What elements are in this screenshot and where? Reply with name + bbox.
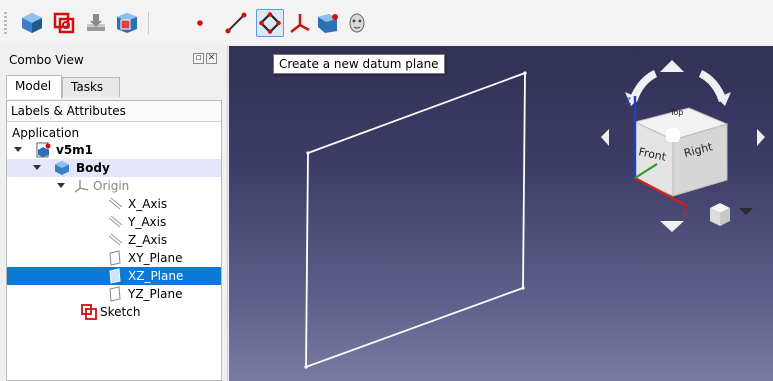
tab-tasks[interactable]: Tasks: [62, 77, 120, 97]
local-coordinate-system-icon: [290, 14, 310, 33]
tooltip: Create a new datum plane: [273, 54, 445, 74]
tree-item-xy-plane[interactable]: XY_Plane: [7, 249, 221, 267]
create-sketch-icon: [53, 12, 75, 34]
plane-icon: [109, 268, 121, 284]
combo-view-panel: Combo View ▫ ✕ Model Tasks Labels & Attr…: [0, 46, 228, 381]
subshape-binder-icon: [117, 13, 137, 33]
create-sketch-button[interactable]: [50, 9, 78, 37]
plane-icon: [109, 286, 121, 302]
tree-item-z-axis[interactable]: Z_Axis: [7, 231, 221, 249]
part-design-body-icon: [22, 13, 42, 33]
datum-point-button[interactable]: [186, 9, 214, 37]
body-button[interactable]: [18, 9, 46, 37]
datum-plane-icon: [259, 12, 281, 34]
tree-item-application[interactable]: Application: [7, 124, 221, 142]
datum-plane-button[interactable]: [256, 9, 284, 37]
subshape-binder-button[interactable]: [113, 9, 141, 37]
close-panel-button[interactable]: ✕: [206, 53, 217, 64]
float-panel-button[interactable]: ▫: [193, 53, 204, 64]
toolbar: [0, 0, 773, 46]
clone-button[interactable]: [314, 9, 342, 37]
tree-header: Labels & Attributes: [7, 101, 221, 122]
document-icon: [36, 142, 51, 158]
expand-arrow-icon[interactable]: [33, 165, 41, 170]
face-button[interactable]: [343, 9, 371, 37]
axis-x-label: X: [682, 209, 688, 219]
axis-icon: [108, 233, 123, 246]
shape-binder-icon: [87, 14, 105, 31]
datum-plane-outline: [305, 71, 526, 369]
clone-icon: [318, 14, 338, 33]
tree-item-yz-plane[interactable]: YZ_Plane: [7, 285, 221, 303]
tree-item-document[interactable]: v5m1: [7, 141, 221, 159]
axis-icon: [108, 215, 123, 228]
body-icon: [55, 161, 69, 175]
model-tree: Labels & Attributes Application v5m1 Bod…: [6, 100, 222, 381]
tab-model[interactable]: Model: [6, 75, 62, 99]
tree-item-body[interactable]: Body: [7, 159, 221, 177]
3d-viewport[interactable]: Front Right Top Z X: [229, 46, 773, 381]
plane-icon: [109, 250, 121, 266]
datum-line-icon: [225, 12, 247, 34]
local-coordinate-system-button[interactable]: [286, 9, 314, 37]
expand-arrow-icon[interactable]: [57, 183, 65, 188]
datum-line-button[interactable]: [222, 9, 250, 37]
tree-item-sketch[interactable]: Sketch: [7, 303, 221, 321]
toolbar-separator: [148, 12, 149, 34]
tree-item-origin[interactable]: Origin: [7, 177, 221, 195]
viewport-canvas: Front Right Top Z X: [304, 60, 765, 369]
shape-binder-button[interactable]: [82, 9, 110, 37]
axis-z-label: Z: [625, 97, 631, 107]
datum-point-icon: [197, 20, 203, 26]
toolbar-grip[interactable]: [4, 12, 7, 34]
tree-item-y-axis[interactable]: Y_Axis: [7, 213, 221, 231]
tree-item-x-axis[interactable]: X_Axis: [7, 195, 221, 213]
tree-item-xz-plane[interactable]: XZ_Plane: [7, 267, 221, 285]
navcube-top-label: Top: [669, 108, 684, 117]
combo-view-title: Combo View: [9, 53, 84, 67]
origin-icon: [74, 180, 89, 193]
expand-arrow-icon[interactable]: [14, 147, 22, 152]
view-menu-cube-icon: [710, 203, 753, 226]
axis-icon: [108, 197, 123, 210]
face-icon: [349, 13, 365, 33]
sketch-icon: [81, 304, 97, 320]
